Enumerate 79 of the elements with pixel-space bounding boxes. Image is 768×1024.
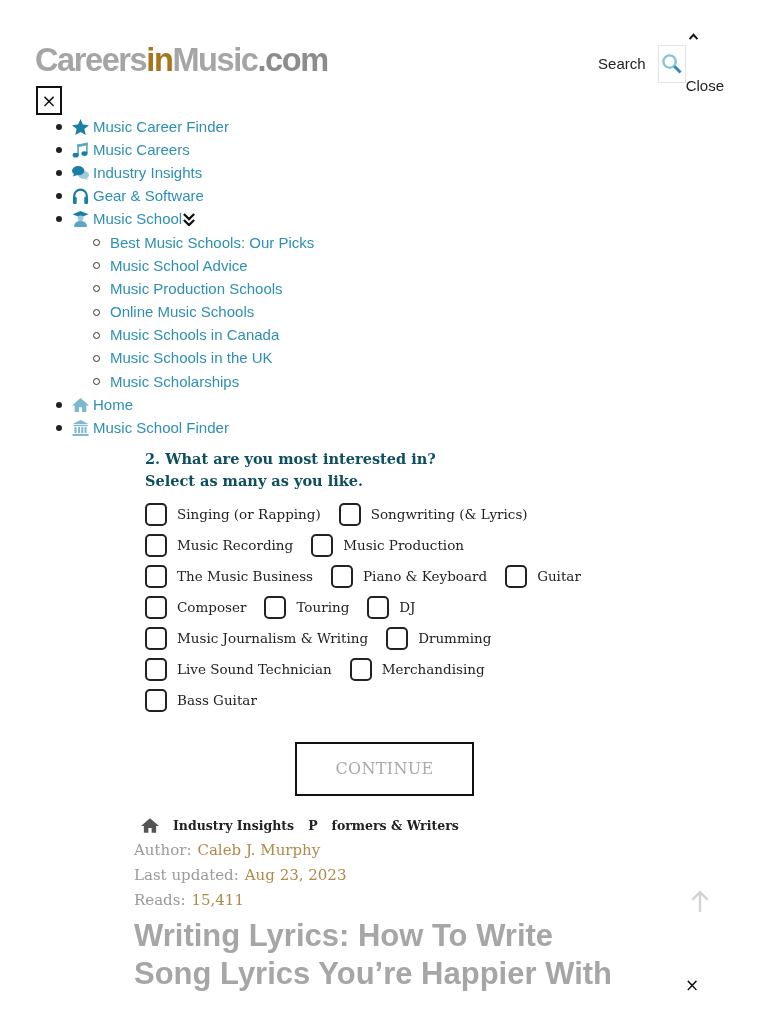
option-label[interactable]: DJ bbox=[399, 599, 416, 616]
checkbox[interactable] bbox=[145, 595, 167, 619]
checkbox[interactable] bbox=[367, 595, 390, 619]
submenu-link[interactable]: Online Music Schools bbox=[110, 303, 255, 322]
breadcrumb-link[interactable]: Industry Insights bbox=[173, 818, 295, 834]
checkbox[interactable] bbox=[145, 657, 167, 681]
building-columns-icon bbox=[72, 420, 89, 437]
checkbox[interactable] bbox=[145, 564, 167, 588]
option-label[interactable]: Live Sound Technician bbox=[177, 661, 332, 678]
bullet-icon bbox=[56, 401, 62, 408]
bullet-icon bbox=[56, 169, 62, 176]
option-label[interactable]: Drumming bbox=[418, 630, 492, 647]
nav-link[interactable]: Music School bbox=[93, 210, 183, 229]
option-label[interactable]: Music Recording bbox=[177, 537, 294, 554]
meta-value: Aug 23, 2023 bbox=[244, 864, 347, 886]
breadcrumb-link[interactable]: P bbox=[308, 818, 318, 834]
submenu-link[interactable]: Music Production Schools bbox=[110, 279, 283, 298]
submenu-link[interactable]: Music Schools in Canada bbox=[110, 326, 280, 345]
meta-value: Caleb J. Murphy bbox=[197, 839, 321, 861]
music-note-icon bbox=[72, 141, 89, 158]
option-label[interactable]: Music Production bbox=[343, 537, 464, 554]
checkbox[interactable] bbox=[311, 533, 334, 557]
meta-label: Author: bbox=[134, 839, 192, 861]
dismiss-button[interactable]: × bbox=[685, 976, 700, 994]
double-chevron-down-icon[interactable] bbox=[183, 212, 196, 226]
option-label[interactable]: Merchandising bbox=[381, 661, 485, 678]
bullet-icon bbox=[56, 216, 62, 223]
submenu-link[interactable]: Music Schools in the UK bbox=[110, 349, 273, 368]
nav-link[interactable]: Music Careers bbox=[93, 140, 190, 159]
nav-link[interactable]: Gear & Software bbox=[93, 187, 204, 206]
checkbox[interactable] bbox=[145, 533, 167, 557]
star-icon bbox=[72, 118, 89, 135]
submenu-link[interactable]: Music School Advice bbox=[110, 256, 248, 275]
house-icon[interactable] bbox=[141, 818, 159, 834]
headphones-icon bbox=[72, 188, 89, 205]
close-label[interactable]: Close bbox=[685, 77, 724, 94]
option-label[interactable]: Piano & Keyboard bbox=[363, 568, 488, 585]
meta-label: Last updated: bbox=[134, 864, 239, 886]
nav-link[interactable]: Music School Finder bbox=[93, 419, 229, 438]
graduate-icon bbox=[72, 211, 89, 228]
submenu-link[interactable]: Music Scholarships bbox=[110, 372, 240, 391]
option-label[interactable]: Touring bbox=[296, 599, 350, 616]
submenu-link[interactable]: Best Music Schools: Our Picks bbox=[110, 233, 315, 252]
house-icon bbox=[72, 396, 89, 413]
meta-value: 15,411 bbox=[191, 889, 244, 911]
close-menu-button[interactable]: × bbox=[36, 86, 62, 115]
checkbox[interactable] bbox=[338, 502, 361, 526]
nav-link[interactable]: Home bbox=[93, 395, 133, 414]
caret-up-icon[interactable] bbox=[687, 33, 699, 40]
bullet-icon bbox=[56, 425, 62, 432]
bullet-icon bbox=[56, 146, 62, 153]
checkbox[interactable] bbox=[145, 626, 167, 650]
checkbox[interactable] bbox=[386, 626, 409, 650]
option-label[interactable]: Songwriting (& Lyrics) bbox=[370, 506, 528, 523]
checkbox[interactable] bbox=[145, 502, 167, 526]
search-icon bbox=[661, 52, 682, 75]
site-logo[interactable]: CareersinMusic.com bbox=[35, 42, 328, 78]
instruction-text: Select as many as you like. bbox=[145, 470, 363, 491]
option-label[interactable]: Music Journalism & Writing bbox=[177, 630, 369, 647]
nav-link[interactable]: Music Career Finder bbox=[93, 117, 229, 136]
option-label[interactable]: The Music Business bbox=[177, 568, 313, 585]
option-label[interactable]: Composer bbox=[177, 599, 247, 616]
search-label: Search bbox=[598, 55, 646, 72]
checkbox[interactable] bbox=[264, 595, 287, 619]
meta-label: Reads: bbox=[134, 889, 186, 911]
bullet-icon bbox=[56, 193, 62, 200]
chat-bubbles-icon bbox=[72, 164, 89, 181]
nav-link[interactable]: Industry Insights bbox=[93, 163, 203, 182]
question-heading: 2. What are you most interested in? bbox=[145, 448, 436, 469]
article-title: Writing Lyrics: How To Write Song Lyrics You’re Happier With bbox=[134, 916, 613, 993]
checkbox[interactable] bbox=[331, 564, 353, 588]
checkbox[interactable] bbox=[505, 564, 528, 588]
option-label[interactable]: Singing (or Rapping) bbox=[177, 506, 321, 523]
option-label[interactable]: Guitar bbox=[537, 568, 581, 585]
option-label[interactable]: Bass Guitar bbox=[177, 692, 257, 709]
checkbox[interactable] bbox=[349, 657, 372, 681]
breadcrumb-link[interactable]: formers & Writers bbox=[331, 818, 459, 834]
checkbox[interactable] bbox=[145, 688, 167, 712]
bullet-icon bbox=[56, 123, 62, 130]
